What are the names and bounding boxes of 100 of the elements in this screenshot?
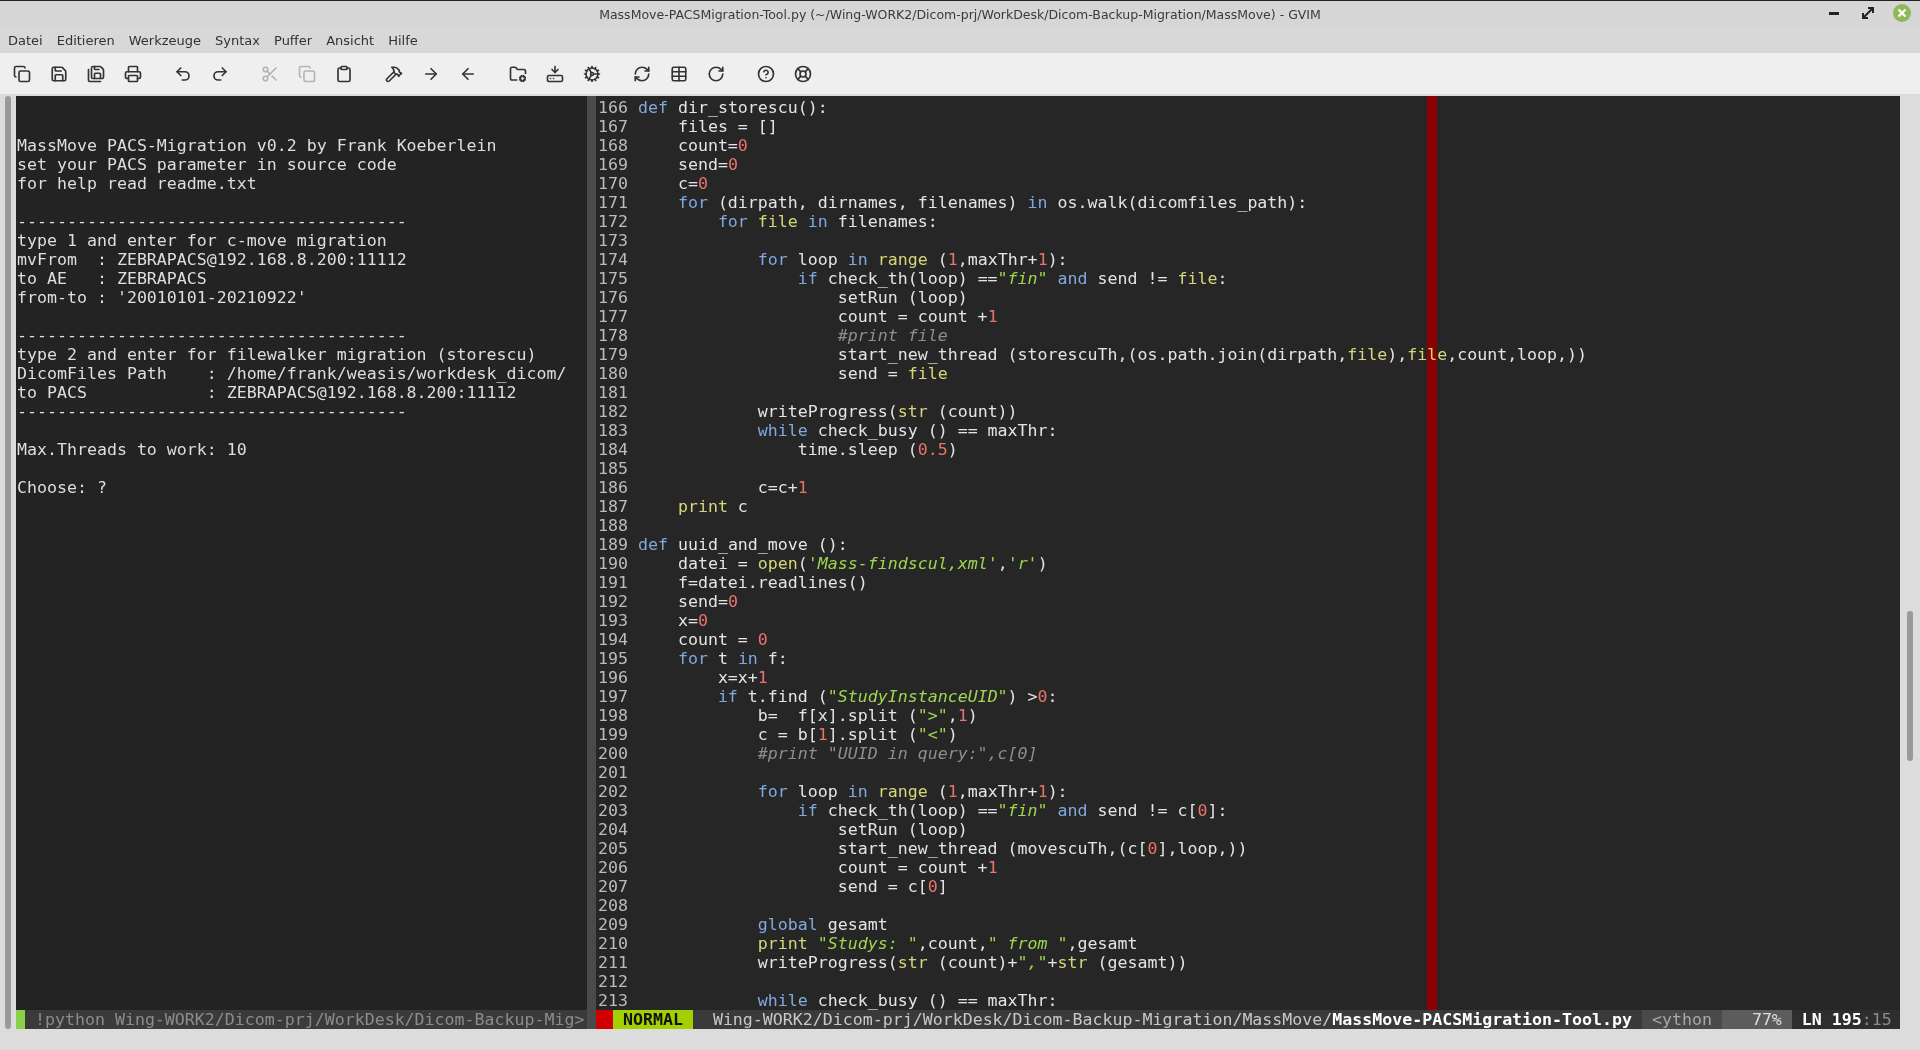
line-number: 201 — [598, 763, 628, 782]
minimize-icon[interactable] — [1829, 11, 1839, 15]
line-number: 200 — [598, 744, 628, 763]
terminal-line: to PACS : ZEBRAPACS@192.168.8.200:11112 — [17, 383, 517, 402]
line-number: 177 — [598, 307, 628, 326]
menu-item[interactable]: Hilfe — [381, 32, 425, 48]
redo-icon[interactable] — [211, 64, 229, 83]
code-line: datei = open('Mass-findscul,xml','r') — [676, 554, 1048, 573]
line-number: 187 — [598, 497, 628, 516]
window-stack-icon[interactable] — [13, 64, 31, 83]
terminal-line: DicomFiles Path : /home/frank/weasis/workdesk_dicom/ — [17, 364, 567, 383]
line-number: 195 — [598, 649, 628, 668]
line-number: 191 — [598, 573, 628, 592]
line-number: 189 — [598, 535, 628, 554]
line-number: 171 — [598, 193, 628, 212]
line-number: 207 — [598, 877, 628, 896]
terminal-line: Max.Threads to work: 10 — [17, 440, 247, 459]
line-number: 179 — [598, 345, 628, 364]
mode-indicator: NORMAL — [613, 1010, 693, 1029]
print-icon[interactable] — [124, 64, 142, 83]
line-number: 199 — [598, 725, 628, 744]
menu-item[interactable]: Puffer — [267, 32, 320, 48]
paste-icon[interactable] — [335, 64, 353, 83]
code-line: count=0 — [676, 136, 748, 155]
terminal-line: MassMove PACS-Migration v0.2 by Frank Koeberlein — [17, 136, 497, 155]
line-number: 196 — [598, 668, 628, 687]
code-line: for loop in range (1,maxThr+1): — [756, 250, 1068, 269]
hammer-icon[interactable] — [385, 64, 403, 83]
code-line: def dir_storescu(): — [637, 98, 828, 117]
maximize-icon[interactable] — [1862, 7, 1874, 19]
code-line: global gesamt — [756, 915, 888, 934]
undo-icon[interactable] — [174, 64, 192, 83]
line-number: 186 — [598, 478, 628, 497]
code-line: c=0 — [676, 174, 708, 193]
scroll-percent: 77% — [1721, 1010, 1792, 1029]
line-number: 168 — [598, 136, 628, 155]
code-line: start_new_thread (movescuTh,(c[0],loop,)) — [836, 839, 1248, 858]
terminal-line: set your PACS parameter in source code — [17, 155, 397, 174]
line-number: 205 — [598, 839, 628, 858]
code-line: x=0 — [676, 611, 708, 630]
line-number: 210 — [598, 934, 628, 953]
line-number: 204 — [598, 820, 628, 839]
gear-icon[interactable] — [583, 64, 601, 83]
save-all-icon[interactable] — [87, 64, 105, 83]
code-line: while check_busy () == maxThr: — [756, 991, 1058, 1010]
line-number: 180 — [598, 364, 628, 383]
code-line: for t in f: — [676, 649, 788, 668]
code-line: for (dirpath, dirnames, filenames) in os.walk(dicomfiles_path): — [676, 193, 1308, 212]
status-line: !python Wing-WORK2/Dicom-prj/WorkDesk/Dicom-Backup-Mig> — [34, 1010, 585, 1029]
curved-arrow-icon[interactable] — [707, 64, 725, 83]
code-line: setRun (loop) — [836, 820, 968, 839]
terminal-line: type 2 and enter for filewalker migration (storescu) — [17, 345, 537, 364]
table-icon[interactable] — [670, 64, 688, 83]
code-line: if check_th(loop) =="fin" and send != c[0]: — [796, 801, 1228, 820]
line-number: 175 — [598, 269, 628, 288]
window-title: MassMove-PACSMigration-Tool.py (~/Wing-WORK2/Dicom-prj/WorkDesk/Dicom-Backup-Migration/MassMove) - GVIM — [599, 6, 1321, 22]
line-number: 213 — [598, 991, 628, 1010]
menu-item[interactable]: Werkzeuge — [121, 32, 209, 48]
drive-icon[interactable] — [546, 64, 564, 83]
code-line: for file in filenames: — [716, 212, 938, 231]
code-line: b= f[x].split (">",1) — [756, 706, 978, 725]
status-indicator — [16, 1010, 25, 1029]
line-number: 167 — [598, 117, 628, 136]
file-type: <ython — [1642, 1010, 1722, 1029]
code-line: if t.find ("StudyInstanceUID") >0: — [716, 687, 1058, 706]
code-line: while check_busy () == maxThr: — [756, 421, 1058, 440]
code-line: time.sleep (0.5) — [796, 440, 958, 459]
refresh-icon[interactable] — [633, 64, 651, 83]
terminal-line: for help read readme.txt — [17, 174, 257, 193]
terminal-line: --------------------------------------- — [17, 326, 407, 345]
cursor-position: LN 195:15 — [1791, 1010, 1900, 1029]
line-number: 178 — [598, 326, 628, 345]
code-line: #print file — [836, 326, 948, 345]
line-number: 209 — [598, 915, 628, 934]
code-line: send = c[0] — [836, 877, 948, 896]
menu-item[interactable]: Syntax — [208, 32, 267, 48]
code-line: count = count +1 — [836, 307, 998, 326]
help-icon[interactable] — [757, 64, 775, 83]
line-number: 194 — [598, 630, 628, 649]
save-icon[interactable] — [50, 64, 68, 83]
line-number: 182 — [598, 402, 628, 421]
code-line: files = [] — [676, 117, 778, 136]
code-line: setRun (loop) — [836, 288, 968, 307]
folder-gear-icon[interactable] — [509, 64, 527, 83]
terminal-line: --------------------------------------- — [17, 402, 407, 421]
line-number: 173 — [598, 231, 628, 250]
code-line: send = file — [836, 364, 948, 383]
menu-item[interactable]: Editieren — [49, 32, 122, 48]
lifebuoy-icon[interactable] — [794, 64, 812, 83]
code-line: count = count +1 — [836, 858, 998, 877]
line-number: 166 — [598, 98, 628, 117]
line-number: 203 — [598, 801, 628, 820]
line-number: 190 — [598, 554, 628, 573]
menu-item[interactable]: Ansicht — [319, 32, 382, 48]
terminal-line: type 1 and enter for c-move migration — [17, 231, 387, 250]
line-number: 188 — [598, 516, 628, 535]
code-line: if check_th(loop) =="fin" and send != file: — [796, 269, 1228, 288]
code-line: print "Studys: ",count," from ",gesamt — [756, 934, 1138, 953]
line-number: 193 — [598, 611, 628, 630]
menu-item[interactable]: Datei — [1, 32, 50, 48]
